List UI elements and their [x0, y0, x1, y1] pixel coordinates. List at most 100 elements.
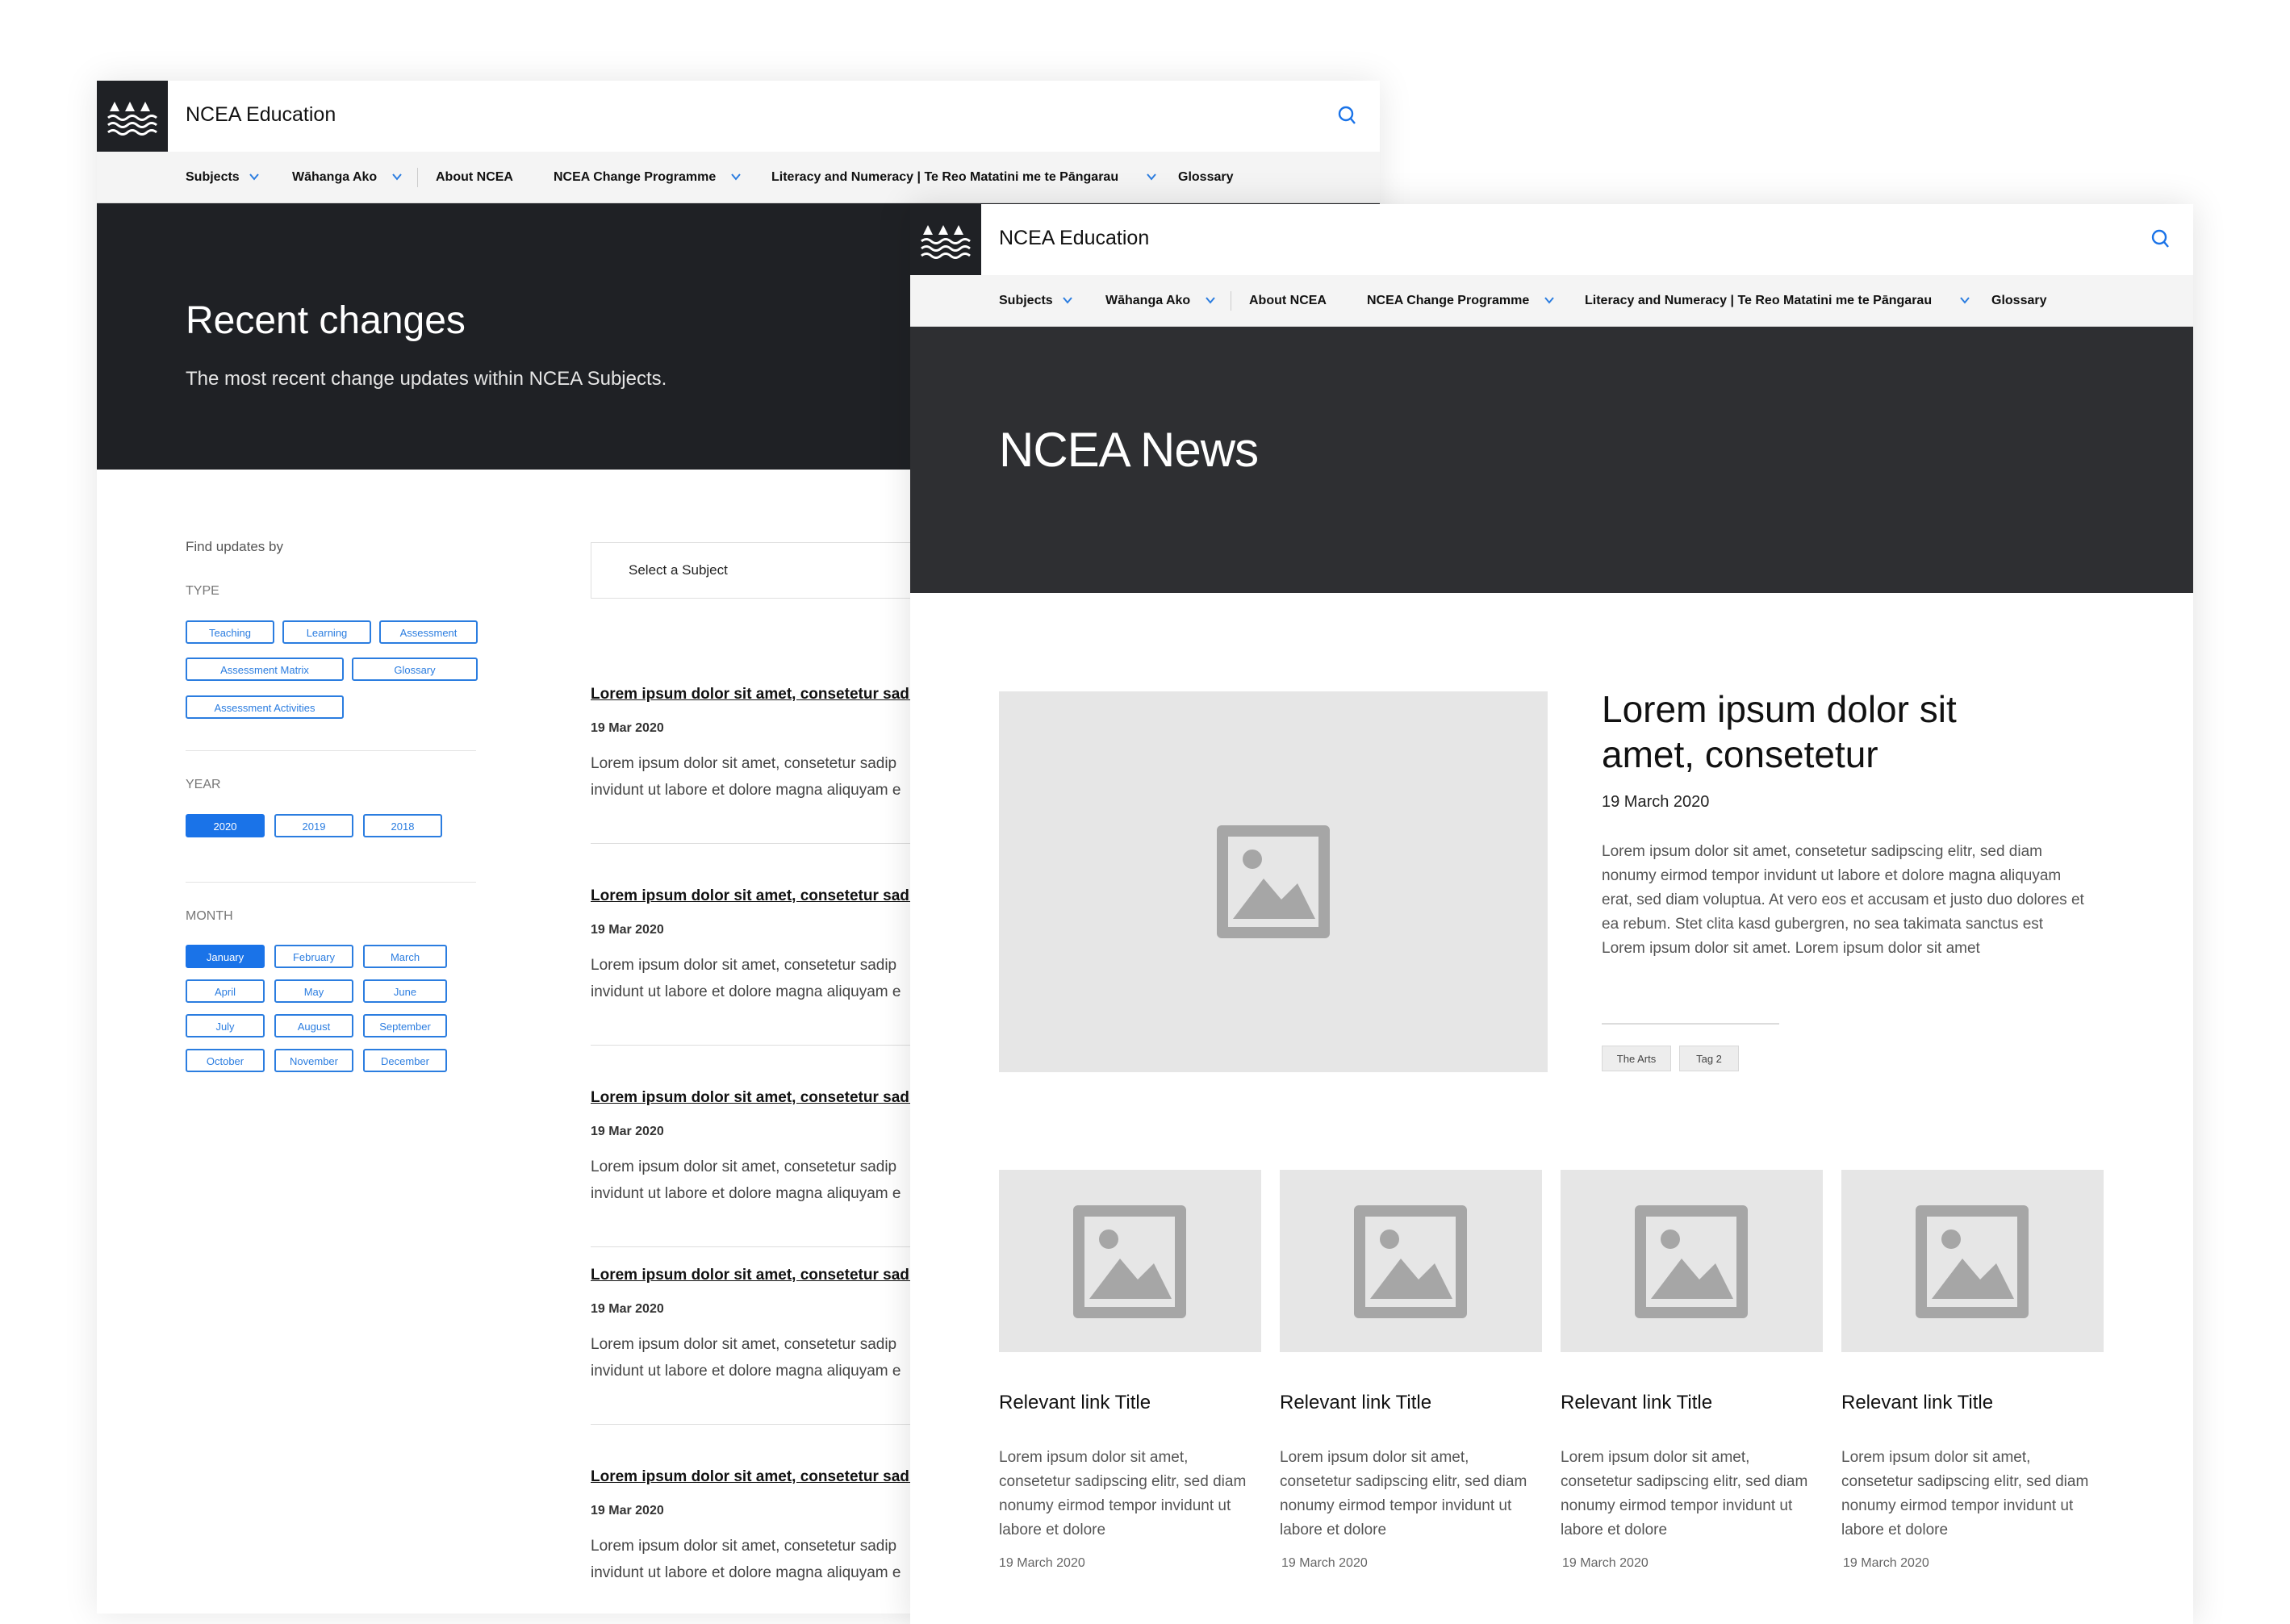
nav-literacy-numeracy[interactable]: Literacy and Numeracy | Te Reo Matatini …	[771, 152, 1118, 202]
card-image[interactable]	[1280, 1170, 1542, 1352]
chevron-down-icon[interactable]	[1146, 171, 1157, 182]
month-chip-may[interactable]: May	[274, 979, 353, 1003]
hero-banner: NCEA News	[910, 327, 2193, 593]
site-title[interactable]: NCEA Education	[186, 103, 336, 127]
chevron-down-icon[interactable]	[391, 171, 403, 182]
filter-heading: Find updates by	[186, 539, 283, 554]
card-title-link[interactable]: Relevant link Title	[1841, 1392, 1993, 1414]
type-label: TYPE	[186, 584, 219, 598]
nav-about-ncea[interactable]: About NCEA	[436, 152, 513, 202]
month-chip-september[interactable]: September	[363, 1014, 447, 1037]
page-subtitle: The most recent change updates within NC…	[186, 368, 667, 390]
nav-label: Literacy and Numeracy | Te Reo Matatini …	[1585, 294, 1933, 307]
card-title-link[interactable]: Relevant link Title	[1561, 1392, 1712, 1414]
card-image[interactable]	[1841, 1170, 2104, 1352]
month-chip-july[interactable]: July	[186, 1014, 265, 1037]
type-chip-teaching[interactable]: Teaching	[186, 620, 274, 644]
month-chip-december[interactable]: December	[363, 1049, 447, 1072]
divider	[1602, 1023, 1779, 1025]
featured-text: Lorem ipsum dolor sit amet, consetetur s…	[1602, 843, 2084, 957]
nav-subjects[interactable]: Subjects	[999, 275, 1053, 326]
search-icon	[1338, 106, 1356, 124]
nav-label: NCEA Change Programme	[1367, 294, 1530, 307]
card-title-link[interactable]: Relevant link Title	[1280, 1392, 1431, 1414]
site-title[interactable]: NCEA Education	[999, 227, 1149, 250]
page-title: Recent changes	[186, 299, 466, 342]
nav-label: About NCEA	[1249, 294, 1327, 307]
tag-2[interactable]: Tag 2	[1679, 1046, 1739, 1071]
featured-title[interactable]: Lorem ipsum dolor sit amet, consetetur	[1602, 687, 2054, 777]
chevron-down-icon[interactable]	[249, 171, 260, 182]
featured-image[interactable]	[999, 691, 1548, 1072]
nav-subjects[interactable]: Subjects	[186, 152, 240, 202]
image-placeholder-icon	[1916, 1205, 2029, 1318]
nav-change-programme[interactable]: NCEA Change Programme	[554, 152, 716, 202]
nav-label: NCEA Change Programme	[554, 170, 717, 184]
nav-label: Subjects	[186, 170, 240, 184]
image-placeholder-icon	[1073, 1205, 1186, 1318]
logo[interactable]	[97, 81, 168, 152]
year-chip-2020[interactable]: 2020	[186, 814, 265, 837]
type-chip-glossary[interactable]: Glossary	[352, 658, 478, 681]
nav-wahanga-ako[interactable]: Wāhanga Ako	[1105, 275, 1190, 326]
chevron-down-icon[interactable]	[1062, 294, 1073, 306]
card-date: 19 March 2020	[1843, 1556, 1929, 1570]
ncea-news-window: NCEA Education Subjects Wāhanga Ako Abou…	[910, 204, 2193, 1624]
card-date: 19 March 2020	[1281, 1556, 1368, 1570]
nav-about-ncea[interactable]: About NCEA	[1249, 275, 1327, 326]
card-text: Lorem ipsum dolor sit amet, consetetur s…	[1280, 1449, 1527, 1538]
year-chip-2019[interactable]: 2019	[274, 814, 353, 837]
nav-divider	[417, 168, 418, 187]
main-nav: Subjects Wāhanga Ako About NCEA NCEA Cha…	[910, 275, 2193, 327]
year-chip-2018[interactable]: 2018	[363, 814, 442, 837]
type-chip-assessment[interactable]: Assessment	[379, 620, 478, 644]
card-image[interactable]	[1561, 1170, 1823, 1352]
nav-glossary[interactable]: Glossary	[1991, 275, 2046, 326]
image-placeholder-icon	[1635, 1205, 1748, 1318]
tag-the-arts[interactable]: The Arts	[1602, 1046, 1671, 1071]
month-chip-june[interactable]: June	[363, 979, 447, 1003]
card-image[interactable]	[999, 1170, 1261, 1352]
nav-label: Glossary	[1991, 294, 2047, 307]
type-chip-assessment-matrix[interactable]: Assessment Matrix	[186, 658, 344, 681]
month-chip-january[interactable]: January	[186, 945, 265, 968]
subject-select[interactable]: Select a Subject	[591, 542, 954, 599]
type-chip-learning[interactable]: Learning	[282, 620, 371, 644]
divider	[186, 750, 476, 751]
nav-literacy-numeracy[interactable]: Literacy and Numeracy | Te Reo Matatini …	[1585, 275, 1932, 326]
month-chip-march[interactable]: March	[363, 945, 447, 968]
logo[interactable]	[910, 204, 981, 275]
nav-label: Literacy and Numeracy | Te Reo Matatini …	[771, 170, 1119, 184]
nav-change-programme[interactable]: NCEA Change Programme	[1367, 275, 1529, 326]
search-icon	[2151, 229, 2169, 248]
nav-label: Subjects	[999, 294, 1053, 307]
image-placeholder-icon	[1217, 825, 1330, 938]
nav-label: Wāhanga Ako	[1105, 294, 1191, 307]
month-chip-october[interactable]: October	[186, 1049, 265, 1072]
chevron-down-icon[interactable]	[730, 171, 742, 182]
search-button[interactable]	[1336, 105, 1357, 126]
type-chip-assessment-activities[interactable]: Assessment Activities	[186, 695, 344, 719]
nav-wahanga-ako[interactable]: Wāhanga Ako	[292, 152, 377, 202]
month-chip-april[interactable]: April	[186, 979, 265, 1003]
month-label: MONTH	[186, 909, 233, 923]
chevron-down-icon[interactable]	[1959, 294, 1970, 306]
nav-label: About NCEA	[436, 170, 513, 184]
nav-label: Wāhanga Ako	[292, 170, 378, 184]
card-text: Lorem ipsum dolor sit amet, consetetur s…	[1841, 1449, 2089, 1538]
month-chip-february[interactable]: February	[274, 945, 353, 968]
month-chip-august[interactable]: August	[274, 1014, 353, 1037]
featured-date: 19 March 2020	[1602, 793, 1710, 811]
chevron-down-icon[interactable]	[1205, 294, 1216, 306]
chevron-down-icon[interactable]	[1544, 294, 1555, 306]
site-header: NCEA Education	[910, 204, 2193, 275]
site-header: NCEA Education	[97, 81, 1380, 152]
search-button[interactable]	[2150, 228, 2171, 249]
main-nav: Subjects Wāhanga Ako About NCEA NCEA Cha…	[97, 152, 1380, 203]
divider	[186, 882, 476, 883]
card-title-link[interactable]: Relevant link Title	[999, 1392, 1151, 1414]
month-chip-november[interactable]: November	[274, 1049, 353, 1072]
image-placeholder-icon	[1354, 1205, 1467, 1318]
waves-logo-icon	[107, 102, 157, 136]
nav-glossary[interactable]: Glossary	[1178, 152, 1233, 202]
